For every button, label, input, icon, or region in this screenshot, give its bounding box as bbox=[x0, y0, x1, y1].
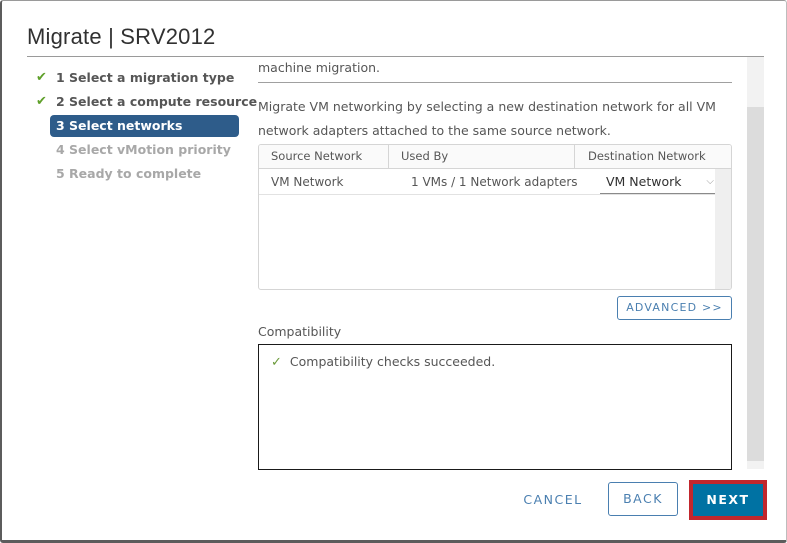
step-label: 5 Ready to complete bbox=[56, 166, 202, 181]
step-select-vmotion-priority: 4 Select vMotion priority bbox=[32, 139, 242, 163]
next-button-highlight: NEXT bbox=[689, 480, 767, 520]
back-button[interactable]: BACK bbox=[608, 482, 678, 516]
migrate-dialog: Migrate | SRV2012 ✔ 1 Select a migration… bbox=[0, 0, 787, 543]
used-by-cell: 1 VMs / 1 Network adapters bbox=[411, 175, 578, 189]
check-icon: ✓ bbox=[271, 355, 282, 370]
description-text: Migrate VM networking by selecting a new… bbox=[258, 99, 716, 138]
step-label: 2 Select a compute resource bbox=[56, 94, 258, 109]
cancel-button[interactable]: CANCEL bbox=[512, 484, 594, 518]
content-scrollbar-thumb[interactable] bbox=[747, 107, 764, 461]
step-ready-to-complete: 5 Ready to complete bbox=[32, 163, 242, 187]
step-label: 1 Select a migration type bbox=[56, 70, 235, 85]
step-label: 4 Select vMotion priority bbox=[56, 142, 231, 157]
grid-scrollbar[interactable] bbox=[715, 169, 731, 289]
content-pane: machine migration. Migrate VM networking… bbox=[258, 57, 732, 473]
chevron-down-icon: ⌵ bbox=[706, 176, 714, 187]
compatibility-message-text: Compatibility checks succeeded. bbox=[289, 354, 496, 369]
table-row[interactable]: VM Network 1 VMs / 1 Network adapters VM… bbox=[259, 169, 718, 195]
wizard-steps: ✔ 1 Select a migration type ✔ 2 Select a… bbox=[32, 67, 257, 187]
grid-header: Source Network Used By Destination Netwo… bbox=[259, 145, 731, 169]
step-select-migration-type[interactable]: ✔ 1 Select a migration type bbox=[32, 67, 242, 91]
network-grid: Source Network Used By Destination Netwo… bbox=[258, 144, 732, 290]
step-select-compute-resource[interactable]: ✔ 2 Select a compute resource bbox=[32, 91, 257, 115]
dialog-title: Migrate | SRV2012 bbox=[27, 24, 216, 49]
check-icon: ✔ bbox=[36, 94, 47, 109]
step-label: 3 Select networks bbox=[56, 118, 183, 133]
column-header-source-network[interactable]: Source Network bbox=[259, 145, 389, 169]
step-select-networks[interactable]: 3 Select networks bbox=[50, 115, 239, 137]
column-header-destination-network[interactable]: Destination Network bbox=[575, 145, 731, 169]
compatibility-label: Compatibility bbox=[258, 324, 342, 339]
next-button[interactable]: NEXT bbox=[693, 484, 763, 516]
intro-text: machine migration. bbox=[258, 60, 380, 75]
destination-network-value: VM Network bbox=[606, 174, 682, 189]
section-divider bbox=[258, 82, 732, 83]
column-header-used-by[interactable]: Used By bbox=[389, 145, 575, 169]
compatibility-message: ✓ Compatibility checks succeeded. bbox=[271, 354, 495, 370]
compatibility-box: ✓ Compatibility checks succeeded. bbox=[258, 344, 732, 470]
check-icon: ✔ bbox=[36, 70, 47, 85]
destination-network-select[interactable]: VM Network ⌵ bbox=[600, 170, 718, 194]
source-network-cell: VM Network bbox=[271, 175, 344, 189]
advanced-button[interactable]: ADVANCED >> bbox=[617, 296, 732, 320]
